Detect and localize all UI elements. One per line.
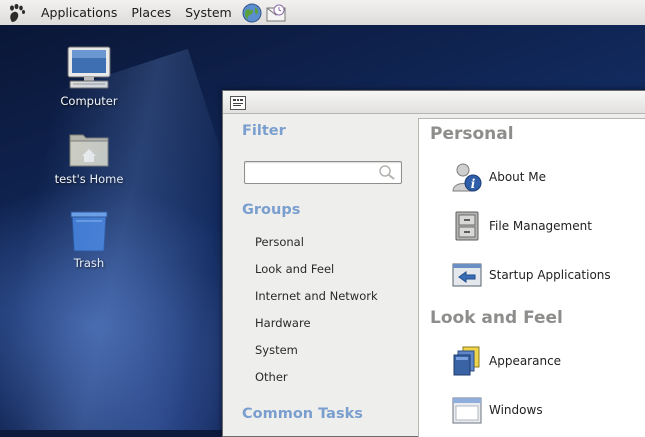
groups-heading: Groups — [242, 202, 301, 218]
item-file-management[interactable]: File Management — [451, 210, 592, 242]
desktop-icon-label: Computer — [60, 94, 118, 108]
item-label: Windows — [489, 403, 543, 417]
about-me-icon: i — [452, 163, 482, 192]
category-title-look-and-feel: Look and Feel — [430, 308, 563, 328]
item-windows[interactable]: Windows — [451, 394, 543, 426]
category-title-personal: Personal — [430, 124, 514, 144]
group-look-and-feel[interactable]: Look and Feel — [255, 262, 334, 276]
places-menu[interactable]: Places — [124, 5, 178, 20]
window-titlebar[interactable] — [223, 91, 645, 114]
window-menu-button[interactable] — [230, 96, 246, 110]
web-browser-icon[interactable] — [241, 2, 263, 24]
group-internet-and-network[interactable]: Internet and Network — [255, 289, 378, 303]
window-menu-icon — [233, 99, 243, 106]
settings-panel: Personal i About Me File Management Star… — [418, 118, 645, 437]
mail-client-icon[interactable] — [265, 2, 287, 24]
item-label: Startup Applications — [489, 268, 611, 282]
item-label: File Management — [489, 219, 592, 233]
desktop-icon-computer[interactable]: Computer — [34, 45, 144, 108]
control-center-window: Filter Groups Personal Look and Feel Int… — [222, 90, 645, 437]
top-panel: Applications Places System — [0, 0, 645, 26]
item-label: Appearance — [489, 354, 562, 368]
startup-applications-icon — [452, 263, 482, 287]
filter-input[interactable] — [249, 162, 378, 183]
gnome-foot-icon[interactable] — [6, 2, 28, 24]
group-personal[interactable]: Personal — [255, 235, 304, 249]
file-cabinet-icon — [455, 211, 479, 241]
item-appearance[interactable]: Appearance — [451, 345, 561, 377]
appearance-icon — [453, 346, 480, 376]
desktop-icon-label: test's Home — [54, 172, 124, 186]
home-folder-icon — [69, 134, 109, 167]
computer-icon — [67, 46, 111, 89]
trash-icon — [70, 211, 108, 252]
svg-text:i: i — [471, 177, 476, 191]
item-about-me[interactable]: i About Me — [451, 161, 546, 193]
filter-field[interactable] — [244, 161, 402, 184]
desktop-icon-label: Trash — [73, 256, 105, 270]
group-system[interactable]: System — [255, 343, 298, 357]
applications-menu[interactable]: Applications — [34, 5, 124, 20]
item-label: About Me — [489, 170, 547, 184]
windows-icon — [452, 397, 482, 424]
common-tasks-heading: Common Tasks — [242, 406, 363, 422]
desktop-icon-home[interactable]: test's Home — [34, 129, 144, 186]
desktop-icon-trash[interactable]: Trash — [34, 209, 144, 270]
sidebar: Filter Groups Personal Look and Feel Int… — [223, 114, 417, 436]
group-other[interactable]: Other — [255, 370, 288, 384]
group-hardware[interactable]: Hardware — [255, 316, 311, 330]
item-startup-applications[interactable]: Startup Applications — [451, 259, 611, 291]
search-icon[interactable] — [378, 164, 396, 180]
system-menu[interactable]: System — [178, 5, 239, 20]
filter-heading: Filter — [242, 123, 286, 139]
